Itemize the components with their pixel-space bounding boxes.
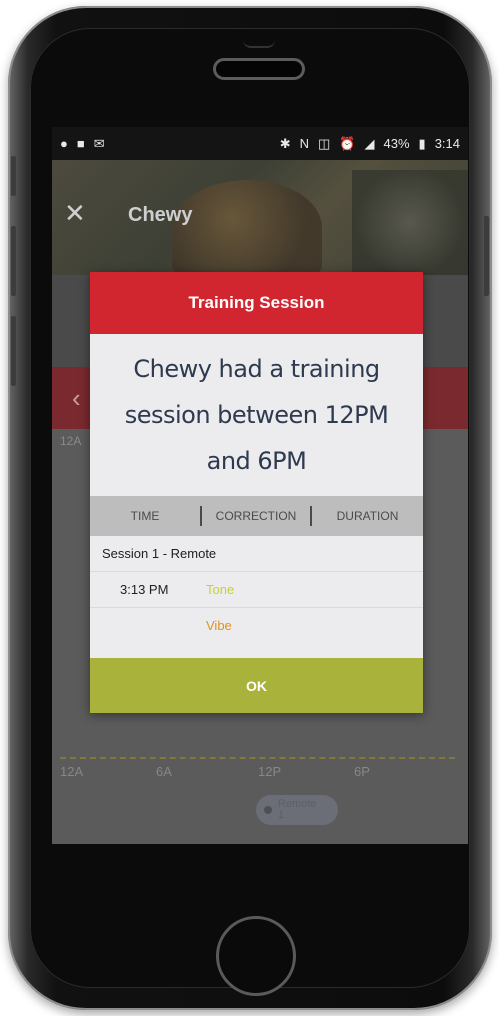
home-button[interactable] — [216, 916, 296, 996]
legend-dot — [264, 806, 272, 814]
signal-icon: ◢ — [364, 136, 375, 151]
table-row: 3:13 PM Tone — [90, 572, 423, 608]
clock: 3:14 — [434, 136, 460, 151]
close-icon[interactable]: ✕ — [64, 200, 86, 226]
table-row: Vibe — [90, 608, 423, 644]
dog-photo — [172, 180, 322, 275]
legend-pill-remote[interactable]: Remote 1 — [256, 795, 338, 825]
axis-tick: 12P — [258, 764, 282, 779]
column-header-duration: DURATION — [336, 509, 399, 523]
entry-time: 3:13 PM — [120, 582, 169, 597]
session-group-label: Session 1 - Remote — [90, 536, 423, 572]
envelope-icon: ✉ — [93, 136, 105, 151]
speaker-grille — [213, 58, 305, 80]
dialog-title: Training Session — [90, 272, 423, 334]
bluetooth-icon: ✱ — [279, 136, 291, 151]
entry-correction-tone: Tone — [206, 582, 235, 597]
screen: ● ■ ✉ ✱ N ◫ ⏰ ◢ 43% ▮ 3:14 ✕ Chewy ‹ 12A… — [52, 127, 468, 844]
column-header-correction: CORRECTION — [200, 506, 312, 526]
battery-icon: ▮ — [418, 136, 426, 151]
alarm-icon: ⏰ — [339, 136, 356, 151]
image-icon: ■ — [76, 136, 85, 151]
dialog-message: Chewy had a training session between 12P… — [124, 355, 389, 475]
nfc-icon: N — [299, 136, 310, 151]
power-button — [484, 216, 489, 296]
legend-count: 1 — [278, 809, 285, 821]
status-bar: ● ■ ✉ ✱ N ◫ ⏰ ◢ 43% ▮ 3:14 — [52, 127, 468, 160]
battery-percent: 43% — [383, 136, 410, 151]
chevron-left-icon[interactable]: ‹ — [72, 383, 81, 414]
status-right: ✱ N ◫ ⏰ ◢ 43% ▮ 3:14 — [280, 136, 460, 151]
ok-button[interactable]: OK — [90, 658, 423, 713]
chart-baseline — [60, 757, 455, 759]
training-session-dialog: Training Session Chewy had a training se… — [90, 272, 423, 713]
entry-correction-vibe: Vibe — [206, 618, 232, 633]
column-header-time: TIME — [130, 509, 160, 523]
chat-bubble-icon: ● — [60, 136, 68, 151]
volume-down-button — [11, 316, 16, 386]
page-title: Chewy — [128, 204, 193, 226]
dog-photo-background — [352, 170, 468, 275]
session-table-header: TIME CORRECTION DURATION — [90, 496, 423, 536]
axis-tick: 6P — [354, 764, 370, 779]
vibrate-icon: ◫ — [318, 136, 331, 151]
axis-tick: 12A — [60, 764, 84, 779]
app-header: ✕ Chewy — [52, 160, 468, 275]
axis-tick: 6A — [156, 764, 172, 779]
mute-switch — [11, 156, 16, 196]
session-table-body: Session 1 - Remote 3:13 PM Tone Vibe — [90, 536, 423, 658]
chart-top-tick: 12A — [60, 434, 82, 448]
earpiece-notch — [243, 40, 275, 48]
volume-up-button — [11, 226, 16, 296]
status-left: ● ■ ✉ — [60, 137, 105, 150]
